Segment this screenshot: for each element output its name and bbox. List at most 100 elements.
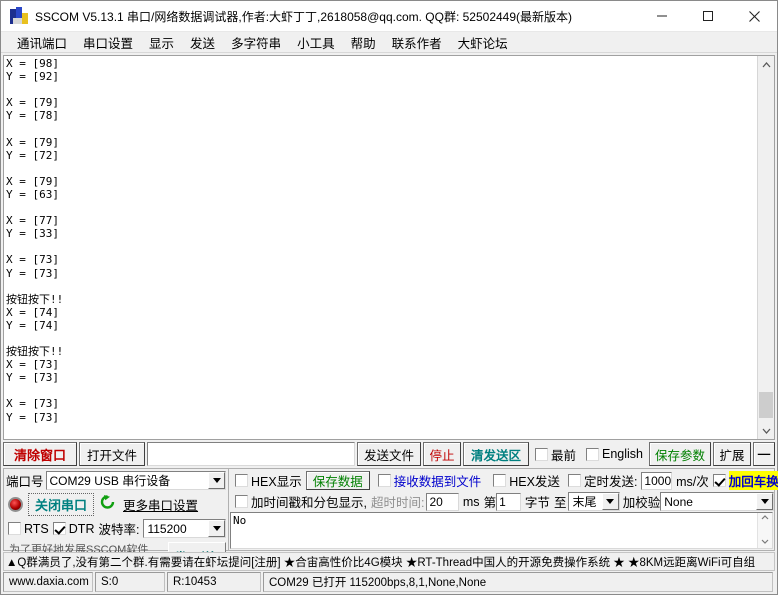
file-path-field[interactable] — [147, 442, 355, 466]
topmost-checkbox-box[interactable] — [534, 447, 548, 461]
more-serial-settings-link[interactable]: 更多串口设置 — [123, 495, 198, 514]
crlf-checkbox[interactable]: 加回车换行 — [709, 471, 778, 490]
send-area-scrollbar[interactable] — [757, 513, 772, 548]
receive-line — [6, 240, 757, 253]
hex-send-checkbox[interactable]: HEX发送 — [489, 471, 564, 490]
menu-item-multi-string[interactable]: 多字符串 — [223, 31, 289, 54]
maximize-icon[interactable] — [685, 1, 731, 32]
scroll-down-icon[interactable] — [758, 422, 775, 439]
port-label: 端口号 — [6, 475, 44, 489]
close-port-button[interactable]: 关闭串口 — [28, 493, 95, 516]
extend-button[interactable]: 扩展 — [713, 442, 751, 466]
receive-area: X = [98] Y = [92] X = [79] Y = [78] X = [7… — [3, 55, 775, 440]
scroll-up-icon[interactable] — [761, 515, 769, 522]
sscom-main-window: SSCOM V5.13.1 串口/网络数据调试器,作者:大虾丁丁,2618058… — [0, 0, 778, 595]
menu-item-comm-port[interactable]: 通讯端口 — [9, 31, 75, 54]
menu-item-help[interactable]: 帮助 — [343, 31, 384, 54]
status-received-count: R:10453 — [167, 572, 261, 592]
receive-line: Y = [63] — [6, 187, 59, 201]
collapse-button[interactable]: — — [753, 442, 775, 466]
receive-line: X = [73] — [6, 437, 757, 439]
clear-send-area-button[interactable]: 清发送区 — [462, 442, 529, 466]
receive-line: X = [79] — [6, 96, 59, 110]
timeout-input[interactable]: 20 — [426, 492, 459, 511]
refresh-icon[interactable] — [99, 494, 116, 515]
port-select-value: COM29 USB 串行设备 — [49, 474, 171, 488]
topmost-checkbox[interactable]: 最前 — [531, 442, 580, 466]
byte-to-select[interactable]: 末尾 — [568, 492, 620, 511]
close-icon[interactable] — [731, 1, 777, 32]
timed-send-checkbox[interactable]: 定时发送: — [564, 471, 641, 490]
receive-line — [6, 83, 757, 96]
minimize-icon[interactable] — [639, 1, 685, 32]
send-text-value[interactable]: No — [231, 513, 757, 548]
port-select[interactable]: COM29 USB 串行设备 — [45, 471, 226, 490]
chevron-down-icon[interactable] — [208, 520, 225, 537]
byte-from-input[interactable]: 1 — [496, 492, 521, 511]
port-row: 端口号 COM29 USB 串行设备 — [4, 469, 228, 490]
menu-item-forum[interactable]: 大虾论坛 — [450, 31, 516, 54]
menu-item-contact-author[interactable]: 联系作者 — [384, 31, 450, 54]
save-params-button[interactable]: 保存参数 — [649, 442, 711, 466]
receive-line — [6, 384, 757, 397]
rts-checkbox[interactable]: RTS — [8, 522, 49, 536]
connection-status-led — [8, 497, 23, 512]
receive-line — [6, 201, 757, 214]
options-row-1: HEX显示 保存数据 接收数据到文件 HEX发送 定时发送: 1000 ms/次… — [229, 469, 778, 490]
crlf-checkbox-box[interactable] — [712, 474, 726, 487]
open-file-button[interactable]: 打开文件 — [79, 442, 145, 466]
scroll-up-icon[interactable] — [758, 56, 775, 73]
baud-label: 波特率: — [98, 523, 140, 537]
receive-line: Y = [73] — [6, 371, 59, 385]
timestamp-checkbox-box[interactable] — [235, 495, 248, 508]
checksum-select[interactable]: None — [660, 492, 775, 511]
timed-send-checkbox-box[interactable] — [567, 474, 581, 487]
dtr-checkbox-box[interactable] — [52, 522, 66, 535]
hex-send-checkbox-box[interactable] — [493, 474, 507, 487]
receive-line: Y = [33] — [6, 227, 59, 241]
status-bar: www.daxia.com S:0 R:10453 COM29 已打开 1152… — [3, 572, 775, 592]
window-controls — [639, 1, 777, 32]
menu-item-tools[interactable]: 小工具 — [289, 31, 343, 54]
crlf-label: 加回车换行 — [728, 471, 778, 490]
dtr-checkbox[interactable]: DTR — [52, 522, 94, 536]
menu-item-display[interactable]: 显示 — [141, 31, 182, 54]
timeout-unit: ms — [462, 494, 480, 509]
ad-marquee[interactable]: ▲Q群满员了,没有第二个群.有需要请在虾坛提问[注册] ★合宙高性价比4G模块 … — [3, 552, 775, 571]
chevron-down-icon[interactable] — [756, 493, 774, 510]
clear-window-button[interactable]: 清除窗口 — [3, 442, 77, 466]
english-checkbox-box[interactable] — [586, 447, 599, 461]
options-panel: HEX显示 保存数据 接收数据到文件 HEX发送 定时发送: 1000 ms/次… — [229, 468, 778, 551]
receive-line: Y = [72] — [6, 148, 59, 162]
menu-item-send[interactable]: 发送 — [182, 31, 223, 54]
receive-line: Y = [73] — [6, 266, 59, 280]
english-checkbox[interactable]: English — [582, 442, 647, 466]
recv-to-file-checkbox-box[interactable] — [377, 474, 391, 487]
chevron-down-icon[interactable] — [601, 493, 619, 510]
timed-send-input[interactable]: 1000 — [641, 471, 673, 490]
save-data-button[interactable]: 保存数据 — [305, 471, 370, 490]
receive-line — [6, 280, 757, 293]
menu-item-serial-settings[interactable]: 串口设置 — [75, 31, 141, 54]
receive-text[interactable]: X = [98] Y = [92] X = [79] Y = [78] X = [7… — [4, 56, 757, 439]
receive-scroll-track[interactable] — [758, 73, 774, 422]
recv-to-file-checkbox[interactable]: 接收数据到文件 — [374, 471, 486, 490]
receive-scroll-thumb[interactable] — [759, 392, 773, 418]
send-file-button[interactable]: 发送文件 — [356, 442, 421, 466]
chevron-down-icon[interactable] — [208, 472, 225, 489]
receive-scrollbar[interactable] — [757, 56, 774, 439]
topmost-label: 最前 — [550, 448, 576, 463]
hex-display-checkbox[interactable]: HEX显示 — [231, 471, 306, 490]
scroll-down-icon[interactable] — [761, 539, 769, 546]
stop-button[interactable]: 停止 — [422, 442, 461, 466]
byte-from-label: 第 — [483, 496, 497, 510]
status-port-info: COM29 已打开 115200bps,8,1,None,None — [263, 572, 773, 592]
receive-line: 按钮按下!! — [6, 292, 64, 306]
hex-display-checkbox-box[interactable] — [235, 474, 248, 487]
timestamp-checkbox[interactable]: 加时间戳和分包显示, — [231, 492, 371, 511]
receive-line: Y = [92] — [6, 70, 59, 84]
status-website[interactable]: www.daxia.com — [3, 572, 93, 592]
send-text-area[interactable]: No — [230, 512, 773, 549]
rts-checkbox-box[interactable] — [8, 522, 21, 535]
baud-select[interactable]: 115200 — [143, 519, 226, 538]
